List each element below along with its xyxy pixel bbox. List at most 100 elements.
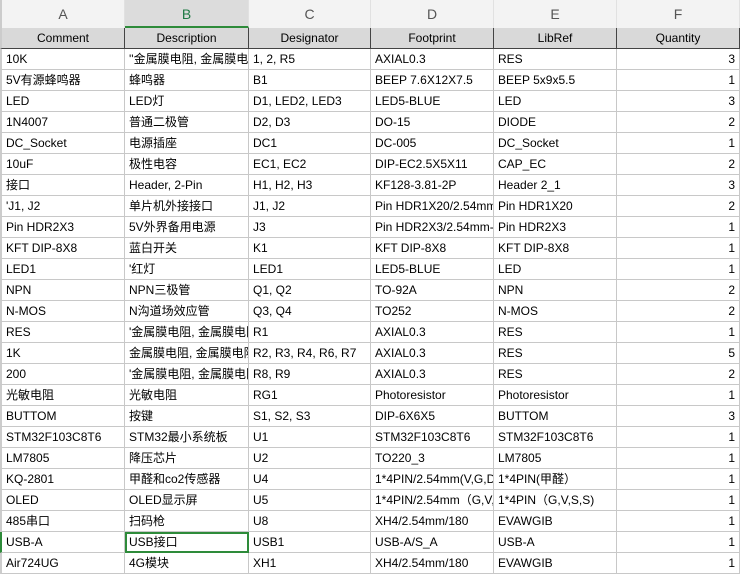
- cell-comment[interactable]: OLED: [0, 490, 125, 511]
- cell-quantity[interactable]: 1: [617, 490, 740, 511]
- cell-footprint[interactable]: TO220_3: [371, 448, 494, 469]
- cell-comment[interactable]: 10uF: [0, 154, 125, 175]
- cell-quantity[interactable]: 2: [617, 112, 740, 133]
- cell-libref[interactable]: NPN: [494, 280, 617, 301]
- cell-description[interactable]: USB接口: [125, 532, 249, 553]
- cell-libref[interactable]: Header 2_1: [494, 175, 617, 196]
- cell-comment[interactable]: 1N4007: [0, 112, 125, 133]
- cell-comment[interactable]: USB-A: [0, 532, 125, 553]
- cell-footprint[interactable]: AXIAL0.3: [371, 49, 494, 70]
- cell-description[interactable]: Header, 2-Pin: [125, 175, 249, 196]
- cell-description[interactable]: NPN三极管: [125, 280, 249, 301]
- cell-comment[interactable]: Pin HDR2X3: [0, 217, 125, 238]
- cell-libref[interactable]: Photoresistor: [494, 385, 617, 406]
- cell-comment[interactable]: 485串口: [0, 511, 125, 532]
- cell-designator[interactable]: 1, 2, R5: [249, 49, 371, 70]
- cell-libref[interactable]: RES: [494, 49, 617, 70]
- cell-designator[interactable]: H1, H2, H3: [249, 175, 371, 196]
- cell-description[interactable]: 甲醛和co2传感器: [125, 469, 249, 490]
- cell-designator[interactable]: Q1, Q2: [249, 280, 371, 301]
- cell-libref[interactable]: LM7805: [494, 448, 617, 469]
- cell-footprint[interactable]: TO-92A: [371, 280, 494, 301]
- cell-comment[interactable]: KQ-2801: [0, 469, 125, 490]
- header-cell-quantity[interactable]: Quantity: [617, 28, 740, 49]
- cell-libref[interactable]: N-MOS: [494, 301, 617, 322]
- cell-quantity[interactable]: 3: [617, 49, 740, 70]
- cell-libref[interactable]: LED: [494, 91, 617, 112]
- cell-footprint[interactable]: AXIAL0.3: [371, 343, 494, 364]
- header-cell-libref[interactable]: LibRef: [494, 28, 617, 49]
- cell-description[interactable]: LED灯: [125, 91, 249, 112]
- cell-designator[interactable]: K1: [249, 238, 371, 259]
- cell-quantity[interactable]: 1: [617, 427, 740, 448]
- cell-libref[interactable]: BUTTOM: [494, 406, 617, 427]
- cell-quantity[interactable]: 1: [617, 448, 740, 469]
- cell-designator[interactable]: U4: [249, 469, 371, 490]
- cell-designator[interactable]: RG1: [249, 385, 371, 406]
- cell-footprint[interactable]: STM32F103C8T6: [371, 427, 494, 448]
- cell-footprint[interactable]: TO252: [371, 301, 494, 322]
- column-header-a[interactable]: A: [0, 0, 125, 28]
- cell-comment[interactable]: 光敏电阻: [0, 385, 125, 406]
- cell-footprint[interactable]: 1*4PIN/2.54mm(V,G,D,: [371, 469, 494, 490]
- cell-designator[interactable]: U5: [249, 490, 371, 511]
- cell-footprint[interactable]: LED5-BLUE: [371, 259, 494, 280]
- cell-comment[interactable]: 200: [0, 364, 125, 385]
- cell-comment[interactable]: BUTTOM: [0, 406, 125, 427]
- cell-libref[interactable]: RES: [494, 322, 617, 343]
- cell-comment[interactable]: 5V有源蜂鸣器: [0, 70, 125, 91]
- cell-footprint[interactable]: DC-005: [371, 133, 494, 154]
- cell-libref[interactable]: RES: [494, 343, 617, 364]
- cell-quantity[interactable]: 1: [617, 217, 740, 238]
- cell-description[interactable]: '金属膜电阻, 金属膜电阻: [125, 322, 249, 343]
- cell-footprint[interactable]: XH4/2.54mm/180: [371, 553, 494, 574]
- cell-libref[interactable]: KFT DIP-8X8: [494, 238, 617, 259]
- cell-designator[interactable]: R1: [249, 322, 371, 343]
- cell-description[interactable]: STM32最小系统板: [125, 427, 249, 448]
- column-header-c[interactable]: C: [249, 0, 371, 28]
- column-header-d[interactable]: D: [371, 0, 494, 28]
- cell-libref[interactable]: EVAWGIB: [494, 553, 617, 574]
- cell-footprint[interactable]: Photoresistor: [371, 385, 494, 406]
- cell-designator[interactable]: U8: [249, 511, 371, 532]
- cell-quantity[interactable]: 1: [617, 259, 740, 280]
- header-cell-description[interactable]: Description: [125, 28, 249, 49]
- cell-footprint[interactable]: AXIAL0.3: [371, 364, 494, 385]
- cell-description[interactable]: '红灯: [125, 259, 249, 280]
- cell-description[interactable]: ''金属膜电阻, 金属膜电: [125, 49, 249, 70]
- cell-quantity[interactable]: 1: [617, 469, 740, 490]
- cell-designator[interactable]: D1, LED2, LED3: [249, 91, 371, 112]
- cell-comment[interactable]: DC_Socket: [0, 133, 125, 154]
- cell-description[interactable]: 4G模块: [125, 553, 249, 574]
- cell-quantity[interactable]: 1: [617, 553, 740, 574]
- cell-designator[interactable]: U2: [249, 448, 371, 469]
- cell-comment[interactable]: 10K: [0, 49, 125, 70]
- cell-quantity[interactable]: 2: [617, 364, 740, 385]
- cell-comment[interactable]: N-MOS: [0, 301, 125, 322]
- cell-libref[interactable]: BEEP 5x9x5.5: [494, 70, 617, 91]
- cell-description[interactable]: 光敏电阻: [125, 385, 249, 406]
- cell-designator[interactable]: EC1, EC2: [249, 154, 371, 175]
- cell-quantity[interactable]: 1: [617, 133, 740, 154]
- cell-designator[interactable]: XH1: [249, 553, 371, 574]
- cell-libref[interactable]: Pin HDR2X3: [494, 217, 617, 238]
- cell-comment[interactable]: Air724UG: [0, 553, 125, 574]
- cell-designator[interactable]: S1, S2, S3: [249, 406, 371, 427]
- cell-libref[interactable]: 1*4PIN(甲醛）: [494, 469, 617, 490]
- column-header-b[interactable]: B: [125, 0, 249, 28]
- cell-comment[interactable]: STM32F103C8T6: [0, 427, 125, 448]
- cell-libref[interactable]: DIODE: [494, 112, 617, 133]
- cell-description[interactable]: 蓝白开关: [125, 238, 249, 259]
- cell-libref[interactable]: USB-A: [494, 532, 617, 553]
- cell-quantity[interactable]: 2: [617, 301, 740, 322]
- cell-designator[interactable]: R2, R3, R4, R6, R7: [249, 343, 371, 364]
- cell-designator[interactable]: LED1: [249, 259, 371, 280]
- cell-footprint[interactable]: XH4/2.54mm/180: [371, 511, 494, 532]
- cell-comment[interactable]: LED1: [0, 259, 125, 280]
- cell-comment[interactable]: LED: [0, 91, 125, 112]
- cell-libref[interactable]: Pin HDR1X20: [494, 196, 617, 217]
- cell-quantity[interactable]: 2: [617, 280, 740, 301]
- cell-libref[interactable]: EVAWGIB: [494, 511, 617, 532]
- cell-footprint[interactable]: DIP-EC2.5X5X11: [371, 154, 494, 175]
- cell-quantity[interactable]: 3: [617, 175, 740, 196]
